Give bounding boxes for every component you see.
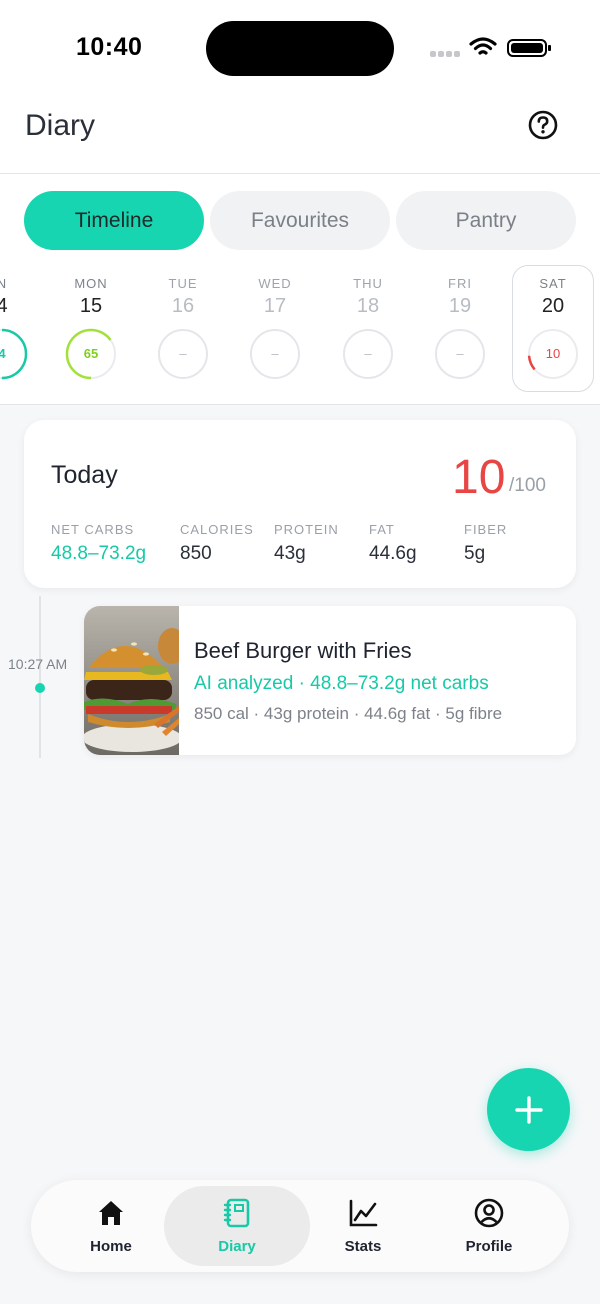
meal-card[interactable]: Beef Burger with Fries AI analyzed · 48.… — [84, 606, 576, 755]
macro-value: 850 — [180, 543, 212, 564]
day-score: – — [456, 346, 464, 361]
nav-item-diary[interactable]: Diary — [177, 1180, 297, 1272]
day-number: 16 — [171, 295, 195, 317]
help-icon[interactable] — [526, 108, 560, 142]
day-number: 20 — [541, 295, 565, 317]
add-meal-button[interactable] — [487, 1068, 570, 1151]
day-score: 10 — [545, 346, 561, 361]
day-number: 4 — [0, 295, 8, 317]
macro-protein: PROTEIN 43g — [274, 522, 339, 565]
tab-timeline[interactable]: Timeline — [24, 191, 204, 250]
day-item[interactable]: THU 18 – — [328, 276, 408, 379]
day-number: 15 — [79, 295, 103, 317]
macro-net-carbs: NET CARBS 48.8–73.2g — [51, 522, 146, 565]
today-score: 10 — [452, 451, 506, 504]
day-name: FRI — [448, 276, 472, 291]
macro-label: FIBER — [464, 522, 508, 537]
today-title: Today — [51, 461, 118, 489]
day-score: 65 — [83, 346, 99, 361]
nav-label: Home — [90, 1238, 132, 1255]
stats-icon — [349, 1199, 378, 1227]
nav-item-profile[interactable]: Profile — [429, 1180, 549, 1272]
tab-pantry[interactable]: Pantry — [396, 191, 576, 250]
day-name: TUE — [168, 276, 198, 291]
day-item-selected[interactable]: SAT 20 10 — [513, 276, 593, 380]
wifi-icon — [469, 37, 497, 55]
profile-icon — [474, 1198, 504, 1228]
nav-item-stats[interactable]: Stats — [303, 1180, 423, 1272]
status-bar: 10:40 — [0, 0, 600, 96]
macro-label: NET CARBS — [51, 522, 135, 537]
day-item[interactable]: MON 15 65 — [51, 276, 131, 380]
timeline-dot — [35, 683, 45, 693]
battery-icon — [507, 39, 551, 57]
nav-label: Diary — [218, 1238, 256, 1255]
day-score: 4 — [0, 346, 6, 361]
signal-icon — [430, 44, 462, 62]
page-title: Diary — [25, 109, 96, 142]
home-icon — [99, 1201, 123, 1225]
day-score: – — [179, 346, 187, 361]
plus-icon — [514, 1095, 543, 1124]
today-score-total: /100 — [509, 475, 546, 496]
day-name: WED — [258, 276, 292, 291]
diary-icon — [223, 1198, 250, 1228]
macro-label: PROTEIN — [274, 522, 339, 537]
day-number: 18 — [356, 295, 380, 317]
meal-time: 10:27 AM — [8, 656, 68, 672]
day-item[interactable]: WED 17 – — [235, 276, 315, 379]
day-name: THU — [353, 276, 383, 291]
macro-calories: CALORIES 850 — [180, 522, 254, 565]
burger-photo — [84, 606, 179, 755]
nav-label: Profile — [465, 1238, 513, 1255]
macro-value: 48.8–73.2g — [51, 543, 147, 564]
nav-label: Stats — [344, 1238, 382, 1255]
bottom-nav: Home Diary Stats Profile — [31, 1180, 569, 1272]
today-summary-card: Today 10 /100 NET CARBS 48.8–73.2g CALOR… — [24, 420, 576, 588]
meal-ai-summary: AI analyzed · 48.8–73.2g net carbs — [194, 673, 489, 694]
nav-item-home[interactable]: Home — [51, 1180, 171, 1272]
timeline-line — [39, 596, 41, 758]
header-divider — [0, 173, 600, 174]
tab-favourites[interactable]: Favourites — [210, 191, 390, 250]
day-item[interactable]: FRI 19 – — [420, 276, 500, 379]
day-item[interactable]: N 4 4 — [0, 276, 42, 380]
status-time: 10:40 — [76, 33, 143, 61]
macro-label: FAT — [369, 522, 395, 537]
meal-nutrition-stats: 850 cal · 43g protein · 44.6g fat · 5g f… — [194, 704, 503, 723]
day-name: MON — [74, 276, 108, 291]
dynamic-island — [206, 21, 394, 76]
day-item[interactable]: TUE 16 – — [143, 276, 223, 379]
day-number: 17 — [263, 295, 287, 317]
meal-name: Beef Burger with Fries — [194, 638, 412, 663]
macro-value: 43g — [274, 543, 306, 564]
macro-value: 44.6g — [369, 543, 417, 564]
day-score: – — [271, 346, 279, 361]
macro-fat: FAT 44.6g — [369, 522, 417, 565]
macro-fiber: FIBER 5g — [464, 522, 507, 565]
day-number: 19 — [448, 295, 472, 317]
day-name: N — [0, 276, 8, 291]
macro-value: 5g — [464, 543, 486, 564]
day-name: SAT — [539, 276, 567, 291]
day-score: – — [364, 346, 372, 361]
macro-label: CALORIES — [180, 522, 254, 537]
